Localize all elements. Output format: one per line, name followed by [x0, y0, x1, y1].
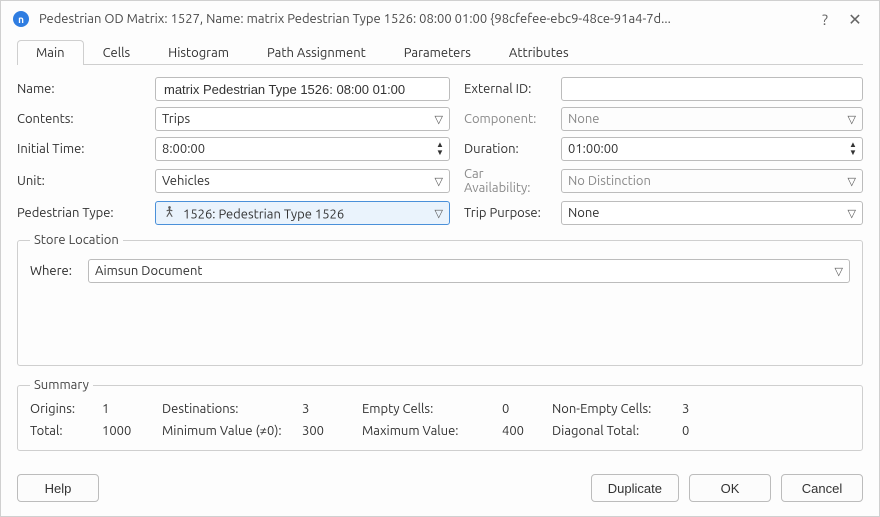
- origins-value: 1: [102, 402, 162, 416]
- main-tab-panel: Name: External ID: Contents:: [17, 65, 863, 451]
- tab-attributes[interactable]: Attributes: [490, 40, 588, 65]
- empty-cells-label: Empty Cells:: [362, 402, 502, 416]
- tab-bar: Main Cells Histogram Path Assignment Par…: [17, 37, 863, 65]
- titlebar: n Pedestrian OD Matrix: 1527, Name: matr…: [1, 1, 879, 37]
- unit-label: Unit:: [17, 174, 147, 188]
- min-value-value: 300: [302, 424, 362, 438]
- destinations-label: Destinations:: [162, 402, 302, 416]
- tab-cells[interactable]: Cells: [84, 40, 150, 65]
- duration-spinner[interactable]: 01:00:00 ▲▼: [561, 137, 863, 161]
- contents-select[interactable]: Trips ▽: [155, 107, 450, 131]
- tab-histogram[interactable]: Histogram: [149, 40, 248, 65]
- pedestrian-icon: [162, 205, 176, 219]
- car-availability-select[interactable]: No Distinction ▽: [561, 169, 863, 193]
- store-location-legend: Store Location: [30, 233, 123, 247]
- summary-group: Summary Origins: 1 Destinations: 3 Empty…: [17, 378, 863, 451]
- help-button[interactable]: Help: [17, 474, 99, 502]
- name-input[interactable]: [155, 77, 450, 101]
- pedestrian-type-value: 1526: Pedestrian Type 1526: [183, 207, 344, 221]
- tab-main[interactable]: Main: [17, 40, 84, 65]
- trip-purpose-select[interactable]: None ▽: [561, 201, 863, 225]
- component-select[interactable]: None ▽: [561, 107, 863, 131]
- pedestrian-type-label: Pedestrian Type:: [17, 206, 147, 220]
- pedestrian-type-select[interactable]: 1526: Pedestrian Type 1526 ▽: [155, 201, 450, 225]
- help-icon[interactable]: ?: [815, 9, 835, 29]
- close-icon[interactable]: ✕: [845, 9, 865, 29]
- chevron-down-icon: ▽: [435, 207, 443, 220]
- chevron-down-icon: ▽: [848, 175, 856, 188]
- duration-label: Duration:: [458, 142, 553, 156]
- chevron-down-icon: ▽: [435, 175, 443, 188]
- trip-purpose-label: Trip Purpose:: [458, 206, 553, 220]
- where-select[interactable]: Aimsun Document ▽: [88, 259, 850, 283]
- name-label: Name:: [17, 82, 147, 96]
- dialog-window: n Pedestrian OD Matrix: 1527, Name: matr…: [0, 0, 880, 517]
- where-label: Where:: [30, 264, 80, 278]
- tab-parameters[interactable]: Parameters: [385, 40, 490, 65]
- non-empty-cells-label: Non-Empty Cells:: [552, 402, 682, 416]
- chevron-down-icon: ▽: [435, 113, 443, 126]
- external-id-label: External ID:: [458, 82, 553, 96]
- app-icon: n: [13, 11, 29, 27]
- spin-down-icon[interactable]: ▼: [433, 149, 447, 157]
- diag-total-value: 0: [682, 424, 712, 438]
- ok-button[interactable]: OK: [689, 474, 771, 502]
- initial-time-label: Initial Time:: [17, 142, 147, 156]
- chevron-down-icon: ▽: [848, 113, 856, 126]
- duplicate-button[interactable]: Duplicate: [591, 474, 679, 502]
- store-location-group: Store Location Where: Aimsun Document ▽: [17, 233, 863, 366]
- destinations-value: 3: [302, 402, 362, 416]
- content-area: Main Cells Histogram Path Assignment Par…: [1, 37, 879, 470]
- chevron-down-icon: ▽: [848, 207, 856, 220]
- dialog-footer: Help Duplicate OK Cancel: [1, 470, 879, 516]
- window-title: Pedestrian OD Matrix: 1527, Name: matrix…: [39, 12, 805, 26]
- summary-legend: Summary: [30, 378, 93, 392]
- empty-cells-value: 0: [502, 402, 552, 416]
- total-label: Total:: [30, 424, 102, 438]
- max-value-value: 400: [502, 424, 552, 438]
- min-value-label: Minimum Value (≠0):: [162, 424, 302, 438]
- external-id-input[interactable]: [561, 77, 863, 101]
- initial-time-spinner[interactable]: 8:00:00 ▲▼: [155, 137, 450, 161]
- unit-select[interactable]: Vehicles ▽: [155, 169, 450, 193]
- spin-down-icon[interactable]: ▼: [846, 149, 860, 157]
- origins-label: Origins:: [30, 402, 102, 416]
- cancel-button[interactable]: Cancel: [781, 474, 863, 502]
- chevron-down-icon: ▽: [835, 265, 843, 278]
- component-label: Component:: [458, 112, 553, 126]
- max-value-label: Maximum Value:: [362, 424, 502, 438]
- contents-label: Contents:: [17, 112, 147, 126]
- tab-path-assignment[interactable]: Path Assignment: [248, 40, 385, 65]
- total-value: 1000: [102, 424, 162, 438]
- non-empty-cells-value: 3: [682, 402, 712, 416]
- diag-total-label: Diagonal Total:: [552, 424, 682, 438]
- car-availability-label: Car Availability:: [458, 167, 553, 195]
